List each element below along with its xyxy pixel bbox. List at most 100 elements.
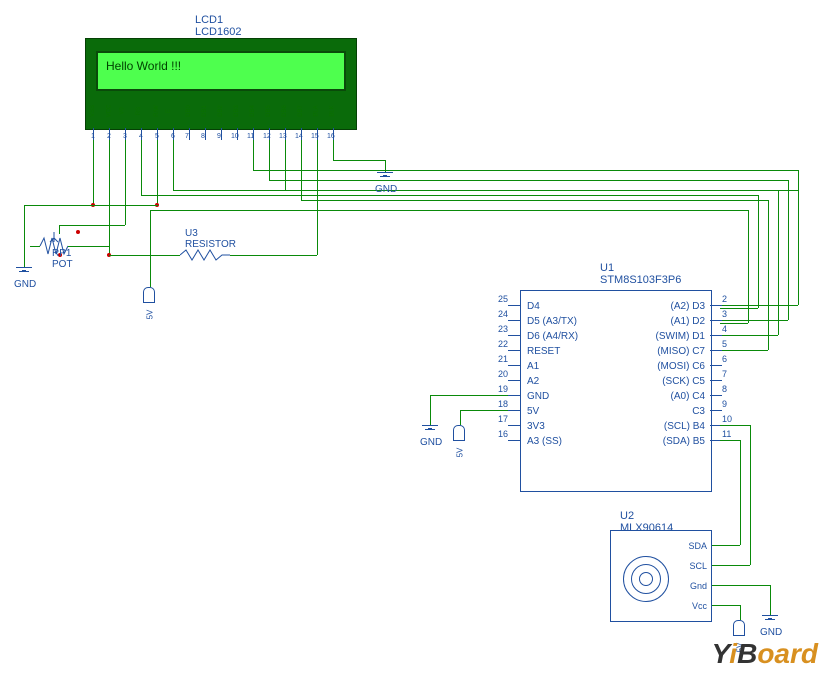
sensor-block: SDA SCL Gnd Vcc xyxy=(610,530,712,622)
wire xyxy=(253,170,798,171)
mcu-pin: (MOSI) C6 xyxy=(657,361,705,372)
wire xyxy=(720,320,788,321)
pinstub xyxy=(333,128,334,140)
num: 24 xyxy=(498,309,508,319)
wire xyxy=(710,585,770,586)
gnd-text: GND xyxy=(420,437,442,448)
num: 2 xyxy=(722,294,727,304)
wire xyxy=(317,140,318,255)
pinstub xyxy=(93,128,94,140)
num: 25 xyxy=(498,294,508,304)
resistor-label: U3 RESISTOR xyxy=(185,228,236,250)
num: 17 xyxy=(498,414,508,424)
pwr-5v-1: 5V xyxy=(143,287,157,307)
wire xyxy=(720,335,778,336)
num: 11 xyxy=(722,429,731,439)
stub xyxy=(508,440,520,441)
num: 23 xyxy=(498,324,508,334)
num: 19 xyxy=(498,384,508,394)
sensor-pin: Vcc xyxy=(692,601,707,611)
pin: VCC xyxy=(106,105,112,118)
wire xyxy=(750,425,751,565)
wire xyxy=(768,200,769,350)
stub xyxy=(710,365,722,366)
resistor-icon xyxy=(180,248,230,262)
pinstub xyxy=(189,128,190,140)
wire xyxy=(285,190,779,191)
pin: DB3 xyxy=(234,105,240,117)
sensor-pin: SDA xyxy=(688,541,707,551)
wire xyxy=(788,180,789,320)
wire xyxy=(720,305,798,306)
wire xyxy=(59,225,125,226)
wire xyxy=(798,170,799,305)
stub xyxy=(508,320,520,321)
gnd-text: GND xyxy=(14,279,36,290)
gnd-sensor: GND xyxy=(760,615,782,638)
stub xyxy=(508,380,520,381)
pwr-5v-2: 5V xyxy=(453,425,467,445)
pinstub xyxy=(109,128,110,140)
wire xyxy=(333,140,334,160)
mcu-pin: (A1) D2 xyxy=(671,316,705,327)
wire xyxy=(430,395,431,425)
num: 6 xyxy=(722,354,727,364)
num: 3 xyxy=(722,309,727,319)
wire xyxy=(150,210,151,287)
wire xyxy=(770,585,771,615)
sensor-circle-inner xyxy=(639,572,653,586)
num: 18 xyxy=(498,399,508,409)
mcu-pin: (SDA) B5 xyxy=(663,436,705,447)
wire xyxy=(109,140,110,255)
pinstub xyxy=(237,128,238,140)
wire xyxy=(430,395,508,396)
gnd-pot: GND xyxy=(14,267,36,290)
mcu-pin: (SCL) B4 xyxy=(664,421,705,432)
stub xyxy=(508,305,520,306)
wm-2: i xyxy=(729,638,737,669)
sensor-pin: SCL xyxy=(689,561,707,571)
lcd-label: LCD1 LCD1602 xyxy=(195,14,241,38)
wire xyxy=(720,350,768,351)
wm-4: oard xyxy=(757,638,818,669)
mcu-pin: 5V xyxy=(527,406,539,417)
wire xyxy=(150,210,748,211)
pinstub xyxy=(125,128,126,140)
schematic-root: LCD1 LCD1602 Hello World !!! VSS VCC V0 … xyxy=(0,0,836,676)
gnd-lines-icon xyxy=(420,425,440,437)
pin: DB6 xyxy=(282,105,288,117)
wire xyxy=(109,255,180,256)
stub xyxy=(508,365,520,366)
pinstub xyxy=(157,128,158,140)
pin: DB4 xyxy=(250,105,256,117)
mcu-pin: (MISO) C7 xyxy=(657,346,705,357)
wire xyxy=(269,180,788,181)
mcu-label: U1 STM8S103F3P6 xyxy=(600,262,681,286)
lcd-screen: Hello World !!! xyxy=(96,51,346,91)
pot-label: RP1 POT xyxy=(52,248,73,270)
mcu-ref: U1 xyxy=(600,262,614,274)
stub xyxy=(710,410,722,411)
stub xyxy=(508,410,520,411)
sensor-pin: Gnd xyxy=(690,581,707,591)
gnd-text: GND xyxy=(375,184,397,195)
pin: DB5 xyxy=(266,105,272,117)
stub xyxy=(508,350,520,351)
mcu-pin: C3 xyxy=(692,406,705,417)
pinstub xyxy=(301,128,302,140)
pin: V0 xyxy=(120,107,126,114)
mcu-pin: (A0) C4 xyxy=(671,391,705,402)
num: 21 xyxy=(498,354,508,364)
mcu-part: STM8S103F3P6 xyxy=(600,274,681,286)
gnd-lines-icon xyxy=(14,267,34,279)
pwr-label: 5V xyxy=(145,310,154,320)
pot-ref: RP1 xyxy=(52,248,71,259)
num: 10 xyxy=(722,414,732,424)
wire xyxy=(301,200,768,201)
pinstub xyxy=(141,128,142,140)
wire xyxy=(720,440,740,441)
pin: R/W xyxy=(154,105,160,117)
wire xyxy=(710,605,740,606)
lcd-part: LCD1602 xyxy=(195,26,241,38)
wire xyxy=(285,140,286,190)
